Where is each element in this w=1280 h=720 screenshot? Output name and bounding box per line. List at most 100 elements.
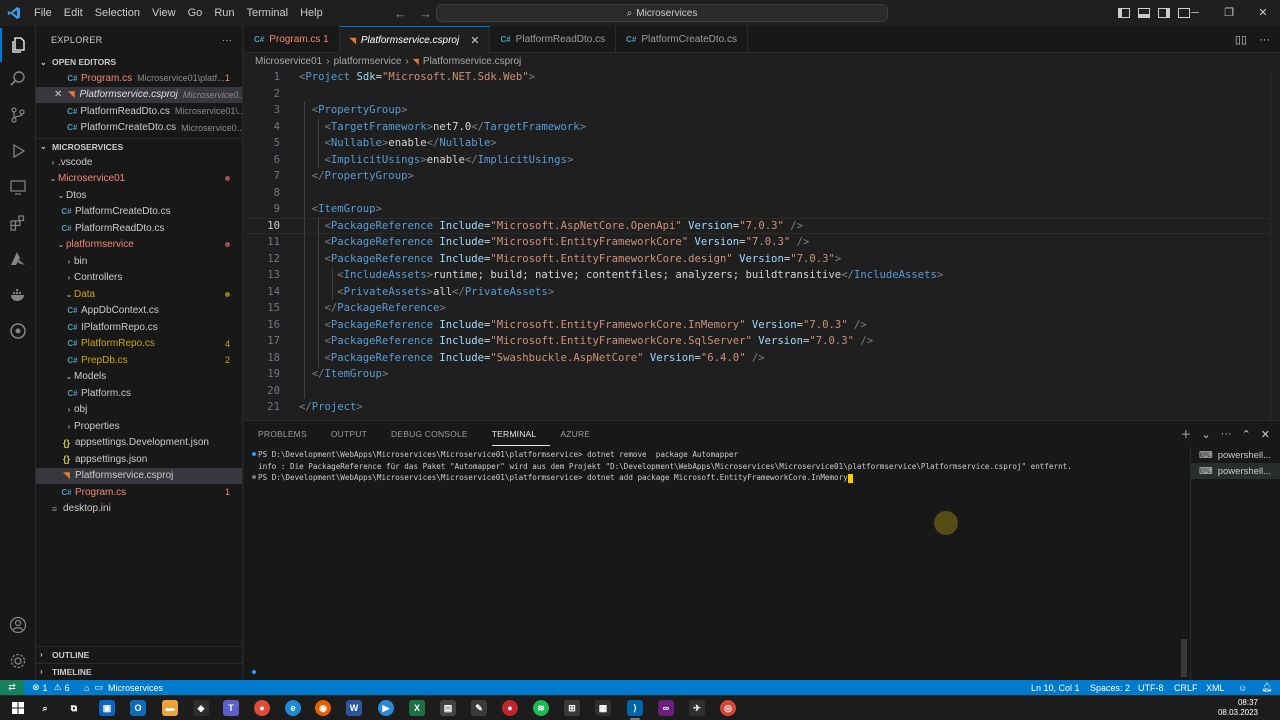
forward-arrow-icon[interactable]: → xyxy=(419,6,432,21)
file-explorer-icon[interactable]: ▬ xyxy=(162,700,178,716)
search-icon[interactable] xyxy=(0,62,36,96)
back-arrow-icon[interactable]: ← xyxy=(394,6,407,21)
teams-app-icon[interactable]: T xyxy=(223,700,239,716)
system-clock[interactable]: 08:37 08.03.2023 xyxy=(1218,698,1258,718)
tree-file[interactable]: ≡ desktop.ini xyxy=(36,501,242,518)
spotify-app-icon[interactable]: ≋ xyxy=(533,700,549,716)
breadcrumb-item[interactable]: Platformservice.csproj xyxy=(423,56,521,67)
more-actions-icon[interactable]: ··· xyxy=(1221,428,1232,440)
chrome-app-icon[interactable]: ◎ xyxy=(720,700,736,716)
open-editor-item-active[interactable]: ✕ ◥ Platformservice.csproj Microservice0… xyxy=(36,86,242,103)
app-icon[interactable]: ▦ xyxy=(595,700,611,716)
tab-azure[interactable]: AZURE xyxy=(560,421,604,447)
open-editor-item[interactable]: C# Program.cs Microservice01\platf... 1 xyxy=(36,70,242,87)
tree-folder[interactable]: ⌄ Dtos xyxy=(36,187,242,204)
code-editor[interactable]: 1 <Project Sdk="Microsoft.NET.Sdk.Web"> … xyxy=(244,69,1280,420)
outline-section[interactable]: › OUTLINE xyxy=(36,646,242,662)
tree-folder[interactable]: › obj xyxy=(36,402,242,419)
menu-view[interactable]: View xyxy=(146,0,182,26)
close-icon[interactable]: ✕ xyxy=(54,89,65,100)
minimize-icon[interactable]: ─ xyxy=(1178,0,1212,26)
tree-folder[interactable]: ⌄ Data xyxy=(36,286,242,303)
menu-selection[interactable]: Selection xyxy=(89,0,146,26)
command-center-search[interactable]: ⌕ Microservices xyxy=(436,4,888,22)
outlook-app-icon[interactable]: O xyxy=(130,700,146,716)
close-icon[interactable]: ✕ xyxy=(470,34,479,47)
word-app-icon[interactable]: W xyxy=(346,700,362,716)
close-window-icon[interactable]: ✕ xyxy=(1246,0,1280,26)
app-icon[interactable]: ✎ xyxy=(471,700,487,716)
tree-file-selected[interactable]: ◥ Platformservice.csproj xyxy=(36,467,242,484)
source-control-icon[interactable] xyxy=(0,98,36,132)
tree-folder[interactable]: › Properties xyxy=(36,418,242,435)
feedback-icon[interactable]: ☺ xyxy=(1238,680,1247,695)
end-of-line[interactable]: CRLF xyxy=(1174,680,1198,695)
split-editor-icon[interactable]: ▯▯ xyxy=(1235,33,1247,46)
tree-file[interactable]: C# Program.cs 1 xyxy=(36,484,242,501)
tree-folder[interactable]: ⌄ Models xyxy=(36,369,242,386)
indentation[interactable]: Spaces: 2 xyxy=(1090,680,1130,695)
tree-file[interactable]: C# Platform.cs xyxy=(36,385,242,402)
cursor-position[interactable]: Ln 10, Col 1 xyxy=(1031,680,1080,695)
chrome-app-icon[interactable]: ● xyxy=(254,700,270,716)
tab-terminal[interactable]: TERMINAL xyxy=(491,423,551,446)
tree-folder[interactable]: ⌄ Microservice01 xyxy=(36,171,242,188)
open-editors-section[interactable]: ⌄ OPEN EDITORS xyxy=(36,54,242,70)
edge-app-icon[interactable]: e xyxy=(285,700,301,716)
remote-explorer-icon[interactable] xyxy=(0,170,36,204)
search-icon[interactable]: ⌕ xyxy=(37,700,53,716)
tree-file[interactable]: C# PlatformReadDto.cs xyxy=(36,220,242,237)
editor-scrollbar[interactable] xyxy=(1270,69,1280,420)
app-icon[interactable]: ⊞ xyxy=(564,700,580,716)
firefox-app-icon[interactable]: ◉ xyxy=(315,700,331,716)
new-terminal-icon[interactable]: ＋ xyxy=(1180,426,1191,442)
docker-icon[interactable] xyxy=(0,278,36,312)
toggle-panel-icon[interactable] xyxy=(1138,8,1150,18)
terminal-instance-active[interactable]: ⌨ powershell... xyxy=(1191,463,1280,479)
explorer-icon[interactable] xyxy=(0,28,36,62)
vscode-app-icon[interactable]: ⟩ xyxy=(627,700,643,716)
menu-file[interactable]: File xyxy=(28,0,58,26)
tree-folder[interactable]: › Controllers xyxy=(36,270,242,287)
maximize-panel-icon[interactable]: ⌃ xyxy=(1242,428,1251,441)
kubernetes-icon[interactable] xyxy=(0,314,36,348)
tree-folder[interactable]: ⌄ platformservice xyxy=(36,237,242,254)
zoom-app-icon[interactable]: ▶ xyxy=(378,700,394,716)
more-actions-icon[interactable]: ··· xyxy=(1259,34,1270,46)
open-editor-item[interactable]: C# PlatformCreateDto.cs Microservice0... xyxy=(36,120,242,137)
menu-terminal[interactable]: Terminal xyxy=(241,0,295,26)
menu-help[interactable]: Help xyxy=(294,0,329,26)
remote-indicator-icon[interactable]: ⇄ xyxy=(0,680,24,695)
run-debug-icon[interactable] xyxy=(0,134,36,168)
more-actions-icon[interactable]: ··· xyxy=(222,35,232,45)
terminal-output[interactable]: PS D:\Development\WebApps\Microservices\… xyxy=(252,449,1187,484)
workspace-indicator[interactable]: ⌂ ▭ Microservices xyxy=(84,680,163,695)
tree-folder[interactable]: › bin xyxy=(36,253,242,270)
app-icon[interactable]: ◈ xyxy=(193,700,209,716)
notifications-icon[interactable]: 🔔︎ xyxy=(1261,680,1272,695)
tab-program-cs[interactable]: C# Program.cs 1 xyxy=(244,26,340,53)
tab-platformreaddto[interactable]: C# PlatformReadDto.cs xyxy=(490,26,617,53)
tree-file[interactable]: C# IPlatformRepo.cs xyxy=(36,319,242,336)
settings-gear-icon[interactable] xyxy=(0,644,36,678)
tab-platformservice-csproj[interactable]: ◥ Platformservice.csproj ✕ xyxy=(339,26,491,53)
tab-debug-console[interactable]: DEBUG CONSOLE xyxy=(391,421,482,447)
breadcrumb-item[interactable]: platformservice xyxy=(334,56,402,67)
close-icon[interactable]: ✕ xyxy=(1261,428,1270,441)
app-icon[interactable]: ✈ xyxy=(689,700,705,716)
task-view-icon[interactable]: ⧉ xyxy=(66,700,82,716)
language-mode[interactable]: XML xyxy=(1206,680,1225,695)
extensions-icon[interactable] xyxy=(0,206,36,240)
open-editor-item[interactable]: C# PlatformReadDto.cs Microservice01\... xyxy=(36,103,242,120)
problems-indicator[interactable]: ⊗ 1 ⚠ 6 xyxy=(32,680,70,695)
tab-problems[interactable]: PROBLEMS xyxy=(258,421,321,447)
workspace-section[interactable]: ⌄ MICROSERVICES xyxy=(36,138,242,154)
toggle-secondary-sidebar-icon[interactable] xyxy=(1158,8,1170,18)
terminal-instance[interactable]: ⌨ powershell... xyxy=(1191,447,1280,463)
tree-file[interactable]: C# PrepDb.cs 2 xyxy=(36,352,242,369)
encoding[interactable]: UTF-8 xyxy=(1138,680,1164,695)
tree-folder[interactable]: › .vscode xyxy=(36,154,242,171)
tree-file[interactable]: C# PlatformCreateDto.cs xyxy=(36,204,242,221)
tab-output[interactable]: OUTPUT xyxy=(331,421,381,447)
accounts-icon[interactable] xyxy=(0,608,36,642)
